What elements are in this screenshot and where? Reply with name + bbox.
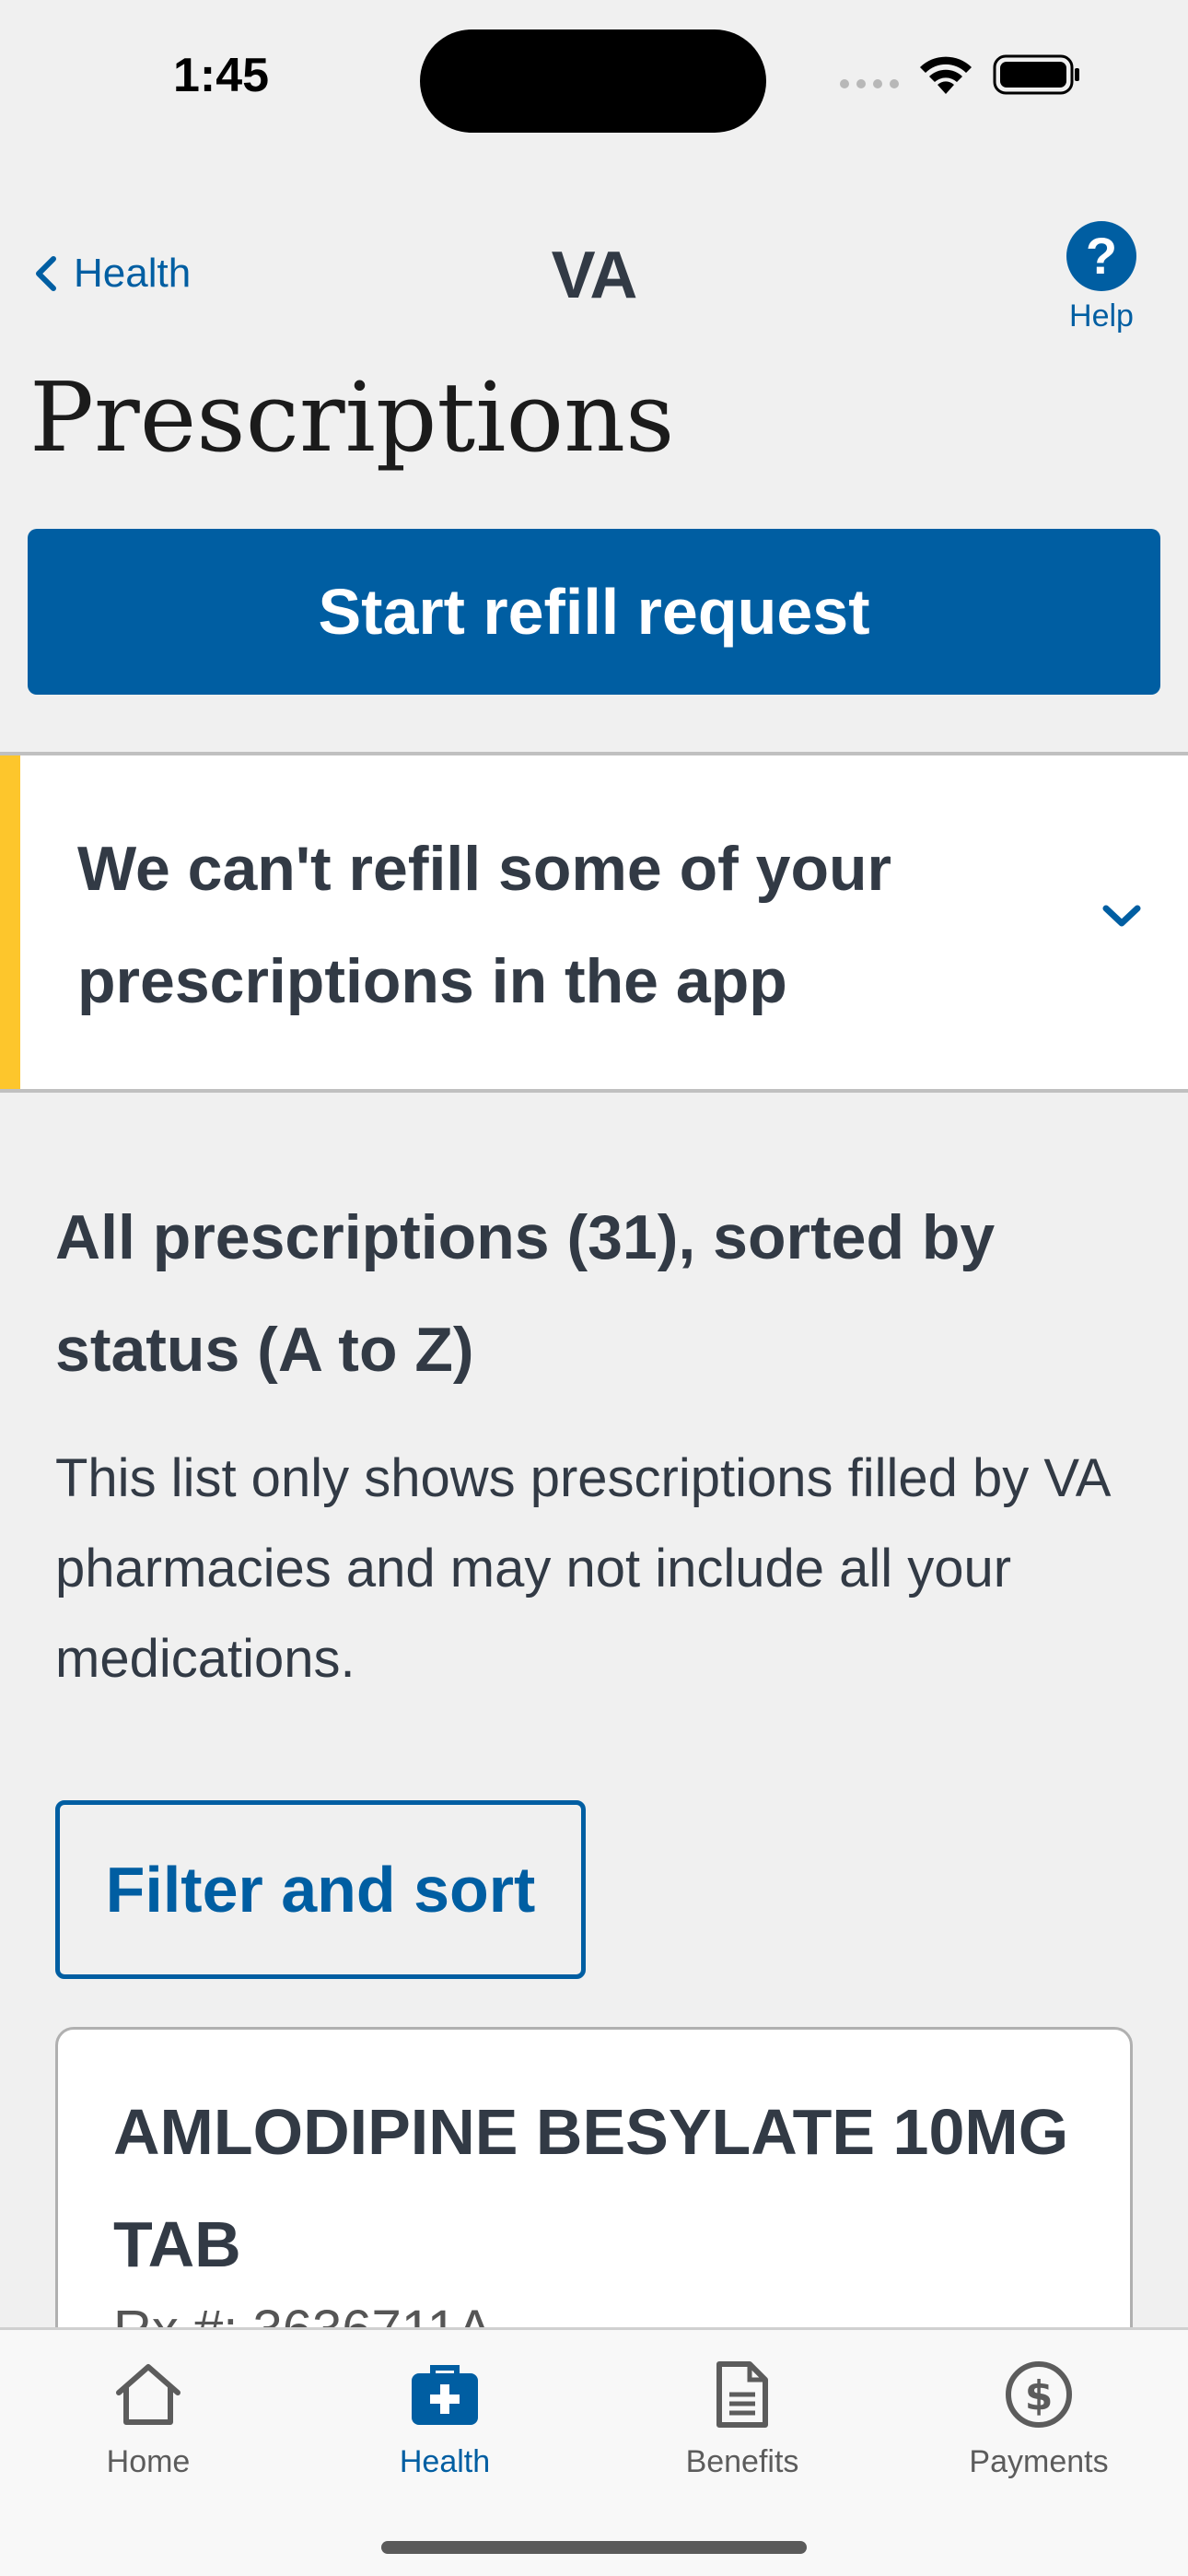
nav-title: VA (551, 239, 638, 312)
chevron-down-icon (1102, 905, 1141, 927)
document-icon (716, 2361, 768, 2428)
help-label: Help (1069, 299, 1134, 334)
tab-bar: Home Health Benefits $ Payments (0, 2327, 1188, 2576)
alert-accent-bar (0, 755, 20, 1089)
refill-warning-alert[interactable]: We can't refill some of your prescriptio… (0, 752, 1188, 1093)
page-title: Prescriptions (29, 361, 675, 474)
start-refill-button[interactable]: Start refill request (28, 529, 1160, 695)
home-indicator[interactable] (381, 2541, 807, 2554)
battery-icon (993, 54, 1079, 95)
tab-health[interactable]: Health (334, 2358, 555, 2480)
tab-payments[interactable]: $ Payments (928, 2358, 1149, 2480)
filter-sort-button[interactable]: Filter and sort (55, 1800, 586, 1979)
wifi-icon (920, 56, 972, 94)
tab-benefits-label: Benefits (685, 2444, 799, 2479)
medical-kit-icon (412, 2365, 478, 2425)
tab-home[interactable]: Home (38, 2358, 259, 2480)
home-icon (116, 2364, 181, 2425)
prescription-name: AMLODIPINE BESYLATE 10MG TAB (113, 2096, 1069, 2280)
svg-text:$: $ (1025, 2372, 1054, 2419)
screen: 1:45 Health VA ? Help Prescriptions Star… (0, 0, 1188, 2576)
status-indicators (840, 53, 1081, 96)
question-icon: ? (1066, 221, 1136, 291)
tab-payments-label: Payments (969, 2444, 1109, 2479)
help-button[interactable]: ? Help (1061, 221, 1142, 334)
dollar-circle-icon: $ (1006, 2361, 1072, 2428)
alert-text: We can't refill some of your prescriptio… (77, 834, 891, 1016)
status-time: 1:45 (173, 49, 270, 102)
list-description: This list only shows prescriptions fille… (55, 1448, 1109, 1689)
tab-benefits[interactable]: Benefits (632, 2358, 853, 2480)
tab-health-label: Health (399, 2444, 491, 2479)
dynamic-island (420, 29, 766, 133)
tab-home-label: Home (106, 2444, 191, 2479)
list-heading: All prescriptions (31), sorted by status… (55, 1202, 996, 1385)
cellular-signal-icon (840, 79, 899, 88)
